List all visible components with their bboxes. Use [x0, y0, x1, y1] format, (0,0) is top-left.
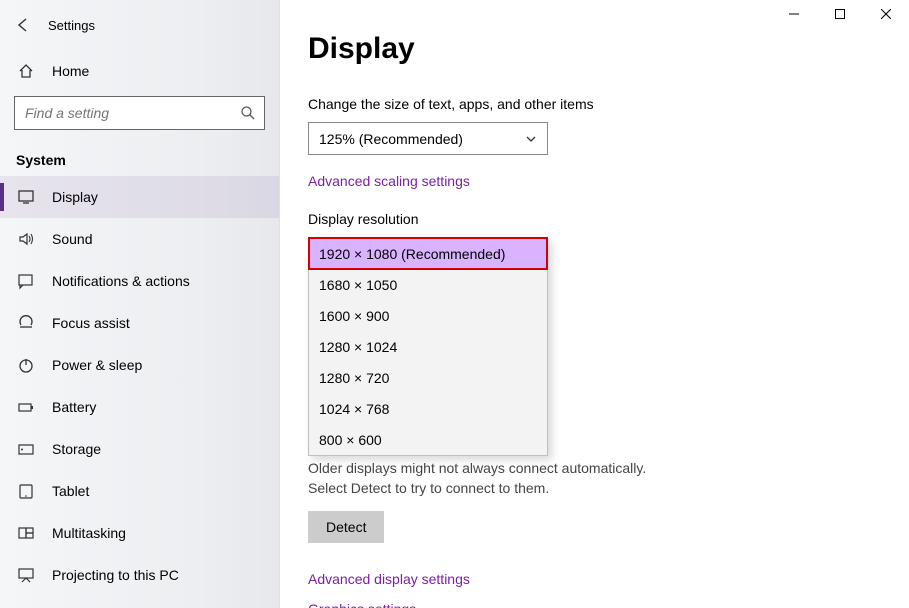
scale-combobox[interactable]: 125% (Recommended) [308, 122, 548, 155]
sidebar-item-label: Home [52, 63, 89, 79]
power-icon [16, 355, 36, 375]
advanced-scaling-link[interactable]: Advanced scaling settings [308, 173, 470, 189]
sidebar-item-label: Display [52, 189, 98, 205]
sidebar-item-storage[interactable]: Storage [0, 428, 279, 470]
detect-note: Older displays might not always connect … [308, 458, 688, 499]
sidebar-item-label: Tablet [52, 483, 89, 499]
sidebar-item-label: Sound [52, 231, 92, 247]
scale-label: Change the size of text, apps, and other… [308, 96, 881, 112]
sidebar-item-label: Focus assist [52, 315, 130, 331]
sidebar-item-tablet[interactable]: Tablet [0, 470, 279, 512]
sidebar-section-header: System [0, 140, 279, 176]
detect-button[interactable]: Detect [308, 511, 384, 543]
resolution-option[interactable]: 1680 × 1050 [309, 269, 547, 300]
resolution-option[interactable]: 800 × 600 [309, 424, 547, 455]
sidebar-item-label: Power & sleep [52, 357, 142, 373]
storage-icon [16, 439, 36, 459]
resolution-option[interactable]: 1280 × 1024 [309, 331, 547, 362]
resolution-option[interactable]: 1024 × 768 [309, 393, 547, 424]
resolution-option[interactable]: 1920 × 1080 (Recommended) [309, 238, 547, 269]
sidebar-item-label: Storage [52, 441, 101, 457]
notifications-icon [16, 271, 36, 291]
back-button[interactable] [8, 10, 38, 40]
battery-icon [16, 397, 36, 417]
advanced-display-link[interactable]: Advanced display settings [308, 571, 881, 587]
chevron-down-icon [525, 133, 537, 145]
sidebar-item-sound[interactable]: Sound [0, 218, 279, 260]
sidebar-item-label: Battery [52, 399, 96, 415]
focus-assist-icon [16, 313, 36, 333]
resolution-option[interactable]: 1600 × 900 [309, 300, 547, 331]
sidebar-item-battery[interactable]: Battery [0, 386, 279, 428]
sidebar-item-projecting[interactable]: Projecting to this PC [0, 554, 279, 596]
scale-value: 125% (Recommended) [319, 131, 463, 147]
main-content: Display Change the size of text, apps, a… [280, 0, 909, 608]
multitasking-icon [16, 523, 36, 543]
search-input-wrapper[interactable] [14, 96, 265, 130]
projecting-icon [16, 565, 36, 585]
search-icon [240, 105, 256, 121]
sidebar-item-home[interactable]: Home [0, 50, 279, 92]
search-input[interactable] [23, 104, 240, 122]
window-title: Settings [48, 18, 95, 33]
sidebar-item-power-sleep[interactable]: Power & sleep [0, 344, 279, 386]
graphics-settings-link[interactable]: Graphics settings [308, 601, 881, 608]
sidebar-item-label: Notifications & actions [52, 273, 190, 289]
display-icon [16, 187, 36, 207]
home-icon [16, 61, 36, 81]
page-title: Display [308, 32, 881, 66]
resolution-dropdown[interactable]: 1920 × 1080 (Recommended) 1680 × 1050 16… [308, 237, 548, 456]
sidebar-item-label: Projecting to this PC [52, 567, 179, 583]
resolution-option[interactable]: 1280 × 720 [309, 362, 547, 393]
sidebar-item-label: Multitasking [52, 525, 126, 541]
sidebar-item-display[interactable]: Display [0, 176, 279, 218]
sidebar-item-focus-assist[interactable]: Focus assist [0, 302, 279, 344]
tablet-icon [16, 481, 36, 501]
sound-icon [16, 229, 36, 249]
sidebar-item-multitasking[interactable]: Multitasking [0, 512, 279, 554]
sidebar: Settings Home System Display Sound [0, 0, 280, 608]
resolution-label: Display resolution [308, 211, 881, 227]
sidebar-item-notifications[interactable]: Notifications & actions [0, 260, 279, 302]
